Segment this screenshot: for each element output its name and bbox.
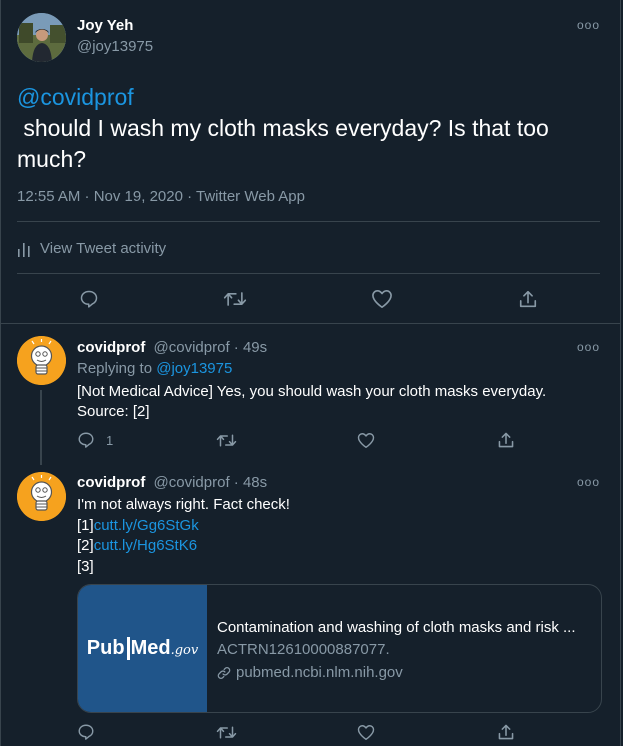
share-icon (519, 290, 537, 308)
reply-icon (78, 724, 94, 740)
tweet-text: [Not Medical Advice] Yes, you should was… (77, 382, 597, 422)
divider (17, 273, 600, 274)
separator-dot: · (233, 474, 239, 491)
author-name[interactable]: covidprof (77, 339, 145, 356)
view-activity-button[interactable]: View Tweet activity (17, 240, 166, 257)
view-activity-label: View Tweet activity (40, 240, 167, 257)
replying-to-label: Replying to (77, 360, 153, 377)
reference-link[interactable]: cutt.ly/Hg6StK6 (94, 537, 197, 554)
reference-line: [1]cutt.ly/Gg6StGk (77, 516, 290, 537)
tweet-thread: Joy Yeh @joy13975 ooo @covidprof should … (0, 0, 621, 746)
share-button[interactable] (497, 723, 515, 741)
author-name[interactable]: Joy Yeh (77, 17, 133, 34)
card-description: ACTRN12610000887077. (217, 641, 390, 658)
pubmed-logo-pub: Pub (86, 637, 125, 659)
section-divider (1, 323, 620, 324)
reply-button[interactable] (79, 289, 99, 309)
share-icon (498, 724, 514, 740)
share-button[interactable] (497, 431, 515, 449)
tweet-timestamp[interactable]: 12:55 AM · Nov 19, 2020 · Twitter Web Ap… (17, 188, 305, 205)
reply-icon (80, 290, 98, 308)
pubmed-logo-gov: .gov (170, 643, 199, 658)
reference-link[interactable]: cutt.ly/Gg6StGk (94, 517, 199, 534)
like-button[interactable] (357, 432, 375, 449)
tweet-age[interactable]: 48s (243, 474, 267, 491)
link-card[interactable]: Pub Med .gov Contamination and washing o… (77, 584, 602, 713)
like-button[interactable] (371, 289, 393, 309)
thread-line (40, 390, 42, 465)
tweet-age[interactable]: 49s (243, 339, 267, 356)
author-handle[interactable]: @joy13975 (77, 38, 153, 55)
author-handle[interactable]: @covidprof (154, 474, 230, 491)
heart-icon (357, 725, 375, 740)
more-icon[interactable]: ooo (577, 18, 600, 32)
reference-line: [2]cutt.ly/Hg6StK6 (77, 536, 290, 557)
more-icon[interactable]: ooo (577, 475, 600, 489)
tweet-header: covidprof @covidprof · 48s (77, 474, 267, 491)
tweet-text: should I wash my cloth masks everyday? I… (17, 115, 556, 172)
replying-to: Replying to @joy13975 (77, 360, 232, 377)
more-icon[interactable]: ooo (577, 340, 600, 354)
retweet-button[interactable] (216, 432, 237, 449)
card-title: Contamination and washing of cloth masks… (217, 619, 576, 636)
retweet-icon (216, 434, 237, 447)
like-button[interactable] (357, 724, 375, 741)
retweet-icon (216, 726, 237, 739)
avatar-photo-icon (17, 13, 66, 62)
link-icon (217, 666, 231, 679)
card-thumbnail: Pub Med .gov (78, 585, 207, 712)
lightbulb-avatar-icon (17, 472, 66, 521)
replying-to-link[interactable]: @joy13975 (156, 360, 232, 377)
card-domain: pubmed.ncbi.nlm.nih.gov (236, 664, 403, 681)
mention-link[interactable]: @covidprof (17, 82, 597, 113)
avatar[interactable] (17, 336, 66, 385)
avatar[interactable] (17, 472, 66, 521)
reference-prefix: [2] (77, 537, 94, 554)
retweet-button[interactable] (216, 724, 237, 741)
card-domain-row: pubmed.ncbi.nlm.nih.gov (217, 662, 601, 683)
retweet-button[interactable] (223, 289, 247, 309)
heart-icon (372, 290, 392, 308)
reply-button[interactable]: 1 (77, 431, 113, 449)
reply-count: 1 (106, 432, 114, 448)
divider (17, 221, 600, 222)
heart-icon (357, 433, 375, 448)
pubmed-logo: Pub Med .gov (87, 637, 198, 660)
tweet-text: I'm not always right. Fact check! [1]cut… (77, 495, 290, 577)
tweet-text-line: I'm not always right. Fact check! (77, 496, 290, 513)
reply-button[interactable] (77, 723, 95, 741)
card-body: Contamination and washing of cloth masks… (207, 585, 601, 712)
author-handle[interactable]: @covidprof (154, 339, 230, 356)
reference-line: [3] (77, 557, 290, 578)
retweet-icon (223, 292, 247, 306)
pubmed-logo-med: Med (126, 637, 171, 660)
tweet-header: covidprof @covidprof · 49s (77, 339, 267, 356)
analytics-icon (18, 242, 30, 257)
avatar[interactable] (17, 13, 66, 62)
author-name[interactable]: covidprof (77, 474, 145, 491)
reply-icon (78, 432, 94, 448)
reference-prefix: [3] (77, 557, 94, 575)
reference-prefix: [1] (77, 516, 94, 534)
separator-dot: · (233, 339, 239, 356)
share-icon (498, 432, 514, 448)
tweet-body: @covidprof should I wash my cloth masks … (17, 82, 597, 175)
tweet-text-line: Source: [2] (77, 403, 150, 420)
share-button[interactable] (518, 289, 538, 309)
lightbulb-avatar-icon (17, 336, 66, 385)
tweet-text-line: [Not Medical Advice] Yes, you should was… (77, 383, 547, 400)
